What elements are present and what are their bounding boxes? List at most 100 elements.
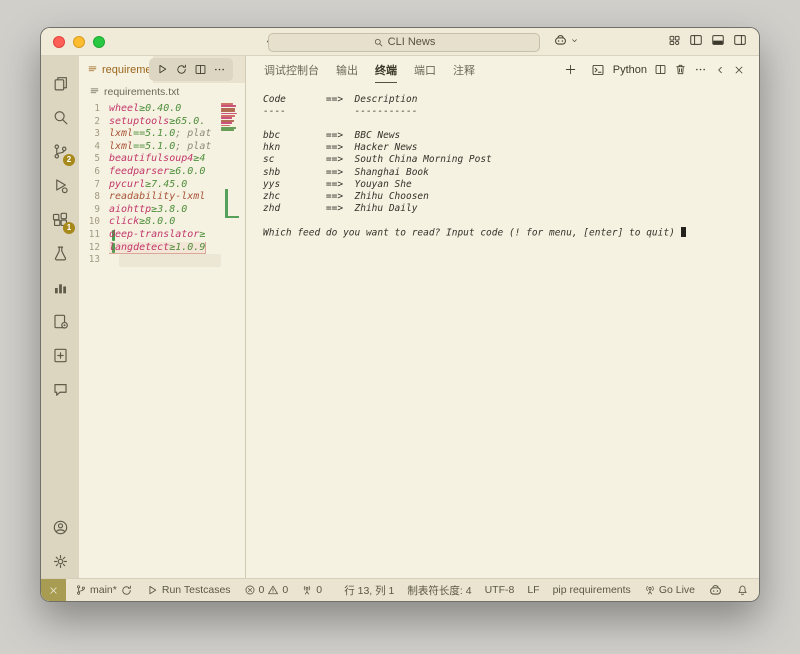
panel-actions: Python	[564, 63, 745, 77]
activity-source-control[interactable]: 2	[45, 134, 75, 168]
activity-comments[interactable]	[45, 372, 75, 406]
code-line: 6feedparser≥6.0.0	[79, 166, 245, 179]
code-text: lxml==5.1.0; plat	[109, 141, 245, 154]
status-cursor-position[interactable]: 行 13, 列 1	[344, 583, 394, 598]
chevron-down-icon	[570, 36, 579, 45]
code-text: langdetect≥1.0.9	[109, 242, 245, 255]
editor-actions	[149, 58, 233, 81]
panel-tab-3[interactable]: 端口	[414, 57, 436, 83]
more-actions-button[interactable]	[213, 63, 226, 76]
zoom-window-button[interactable]	[93, 36, 105, 48]
code-text	[109, 254, 245, 267]
activity-settings[interactable]	[45, 544, 75, 578]
new-terminal-button[interactable]	[564, 63, 577, 76]
close-panel-button[interactable]	[733, 64, 745, 76]
golive-icon	[644, 584, 656, 596]
breadcrumb[interactable]: requirements.txt	[79, 83, 245, 100]
status-run-testcases-label: Run Testcases	[162, 584, 231, 596]
badge-extensions: 1	[63, 222, 75, 234]
comment-icon	[52, 381, 69, 398]
chart-bars-icon	[52, 279, 69, 296]
code-line: 12langdetect≥1.0.9	[79, 242, 245, 255]
copilot-menu[interactable]	[553, 33, 579, 48]
panel-more-actions-button[interactable]	[694, 63, 707, 76]
split-editor-button[interactable]	[194, 63, 207, 76]
status-eol[interactable]: LF	[527, 584, 539, 596]
layout-controls	[668, 33, 747, 47]
rerun-button[interactable]	[175, 63, 188, 76]
activity-testing[interactable]	[45, 236, 75, 270]
panel-tabs: 调试控制台输出终端端口注释	[264, 57, 475, 83]
toggle-secondary-sidebar-icon[interactable]	[733, 33, 747, 47]
activity-run-and-debug[interactable]	[45, 168, 75, 202]
line-number: 11	[79, 229, 109, 242]
minimize-window-button[interactable]	[73, 36, 85, 48]
command-center-search[interactable]: CLI News	[268, 33, 540, 52]
file-list-icon	[87, 64, 98, 75]
panel-tab-4[interactable]: 注释	[453, 57, 475, 83]
status-encoding-label: UTF-8	[485, 584, 515, 596]
activity-profiler[interactable]	[45, 270, 75, 304]
status-tab-size[interactable]: 制表符长度: 4	[407, 583, 471, 598]
status-ports-label: 0	[316, 584, 322, 596]
code-text: click≥8.0.0	[109, 216, 245, 229]
status-problems[interactable]: 00	[244, 584, 289, 596]
close-window-button[interactable]	[53, 36, 65, 48]
customize-layout-icon[interactable]	[668, 33, 681, 47]
shell-label: Python	[613, 64, 647, 76]
account-icon	[52, 519, 69, 536]
play-icon	[146, 584, 159, 597]
status-problems-label: 0	[259, 584, 265, 596]
status-copilot[interactable]	[708, 583, 723, 598]
bell-icon	[736, 584, 749, 597]
activity-account[interactable]	[45, 510, 75, 544]
files-icon	[52, 75, 69, 92]
activity-notes[interactable]	[45, 338, 75, 372]
activity-explorer[interactable]	[45, 66, 75, 100]
run-file-button[interactable]	[156, 63, 169, 76]
editor-content[interactable]: 1wheel≥0.40.02setuptools≥65.0.3lxml==5.1…	[79, 100, 245, 578]
terminal-cursor	[681, 227, 687, 237]
terminal[interactable]: Code ==> Description ---- ----------- bb…	[246, 83, 759, 578]
tab-requirements-txt[interactable]: requirements...	[79, 56, 153, 83]
minimap[interactable]	[221, 103, 241, 131]
remote-indicator[interactable]	[41, 579, 66, 601]
panel-chevron-button[interactable]	[714, 64, 726, 76]
status-encoding[interactable]: UTF-8	[485, 584, 515, 596]
status-language-mode[interactable]: pip requirements	[553, 584, 631, 596]
toggle-primary-sidebar-icon[interactable]	[689, 33, 703, 47]
status-run-testcases[interactable]: Run Testcases	[146, 584, 231, 597]
activity-extensions[interactable]: 1	[45, 202, 75, 236]
toggle-panel-icon[interactable]	[711, 33, 725, 47]
status-tab-size-label: 制表符长度: 4	[407, 583, 471, 598]
split-terminal-button[interactable]	[654, 63, 667, 76]
line-number: 2	[79, 116, 109, 129]
panel-tab-0[interactable]: 调试控制台	[264, 57, 319, 83]
line-number: 7	[79, 179, 109, 192]
line-number: 8	[79, 191, 109, 204]
line-number: 13	[79, 254, 109, 267]
status-go-live[interactable]: Go Live	[644, 584, 695, 596]
tab-label: requirements...	[102, 64, 153, 76]
panel-tab-1[interactable]: 输出	[336, 57, 358, 83]
code-text: deep-translator≥	[109, 229, 245, 242]
line-number: 4	[79, 141, 109, 154]
status-ports[interactable]: 0	[301, 584, 322, 596]
panel-tab-2[interactable]: 终端	[375, 57, 397, 83]
branch-icon	[75, 584, 87, 596]
status-branch[interactable]: main*	[75, 584, 133, 597]
copilot-icon	[708, 583, 723, 598]
kill-terminal-button[interactable]	[674, 63, 687, 76]
code-text: feedparser≥6.0.0	[109, 166, 245, 179]
status-notifications[interactable]	[736, 584, 749, 597]
green-bracket-decoration	[225, 189, 240, 218]
file-list-icon	[89, 86, 100, 97]
status-cursor-position-label: 行 13, 列 1	[344, 583, 394, 598]
vscode-window: CLI News 2 1 requirements... requirements…	[40, 27, 760, 602]
line-number: 9	[79, 204, 109, 217]
activity-project-settings[interactable]	[45, 304, 75, 338]
activity-search[interactable]	[45, 100, 75, 134]
terminal-shell-icon[interactable]	[591, 63, 605, 77]
status-language-mode-label: pip requirements	[553, 584, 631, 596]
status-branch-label: main*	[90, 584, 117, 596]
